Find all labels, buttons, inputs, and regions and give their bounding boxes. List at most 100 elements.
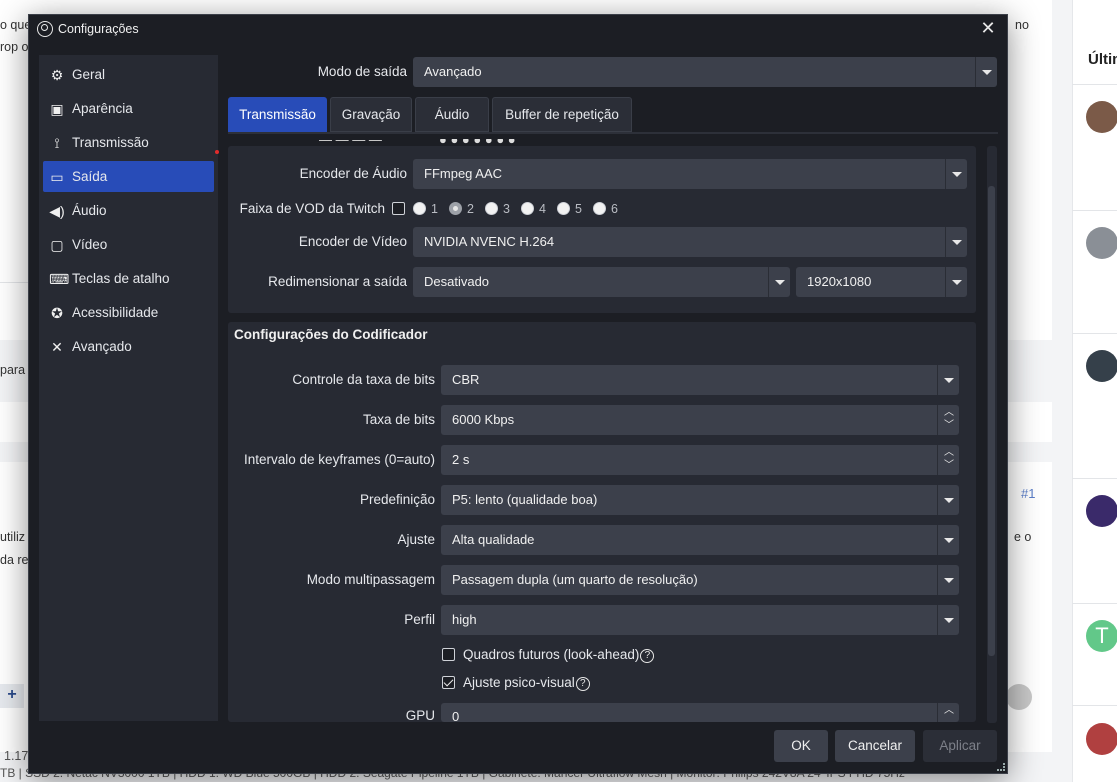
- chevron-down-icon[interactable]: ﹀: [943, 420, 955, 432]
- bitrate-spinbox[interactable]: 6000 Kbps ︿ ﹀: [441, 405, 959, 435]
- vod-track-label: 3: [503, 202, 510, 216]
- chevron-down-icon: [945, 267, 967, 297]
- multipass-select[interactable]: Passagem dupla (um quarto de resolução): [441, 565, 959, 595]
- sidebar-item-label: Aparência: [72, 101, 133, 116]
- vod-track-radio-3[interactable]: [485, 202, 498, 215]
- chevron-down-icon: [937, 365, 959, 395]
- output-mode-select[interactable]: Avançado: [413, 57, 997, 87]
- vod-track-radio-1[interactable]: [413, 202, 426, 215]
- sidebar-item-transmissao[interactable]: ⟟ Transmissão: [43, 127, 214, 158]
- bg-text-eo: e o: [1014, 530, 1032, 544]
- chevron-down-icon: [768, 267, 790, 297]
- multipass-value: Passagem dupla (um quarto de resolução): [452, 572, 698, 587]
- profile-value: high: [452, 612, 477, 627]
- chevron-up-icon[interactable]: ︿: [943, 447, 955, 459]
- avatar[interactable]: [1086, 723, 1117, 755]
- ok-button[interactable]: OK: [774, 730, 828, 762]
- tab-gravacao[interactable]: Gravação: [330, 97, 412, 132]
- notification-dot: [215, 150, 219, 154]
- sidebar-item-aparencia[interactable]: ▣ Aparência: [43, 93, 214, 124]
- sidebar-item-label: Geral: [72, 67, 106, 82]
- twitch-vod-checkbox[interactable]: [392, 202, 405, 215]
- avatar[interactable]: T: [1086, 620, 1117, 652]
- sidebar-item-audio[interactable]: ◀) Áudio: [43, 195, 214, 226]
- sidebar-item-label: Áudio: [72, 203, 107, 218]
- help-icon[interactable]: ?: [640, 649, 655, 663]
- like-icon[interactable]: [1006, 684, 1032, 710]
- keyframe-label: Intervalo de keyframes (0=auto): [244, 452, 435, 467]
- psycho-visual-label[interactable]: Ajuste psico-visual?: [463, 675, 590, 691]
- sidebar-item-video[interactable]: ▢ Vídeo: [43, 229, 214, 260]
- sidebar-item-avancado[interactable]: ✕ Avançado: [43, 331, 214, 362]
- bg-text-1: o que: [0, 18, 32, 32]
- profile-select[interactable]: high: [441, 605, 959, 635]
- preset-select[interactable]: P5: lento (qualidade boa): [441, 485, 959, 515]
- vod-track-radio-6[interactable]: [593, 202, 606, 215]
- plus-button[interactable]: +: [0, 684, 24, 708]
- apply-button[interactable]: Aplicar: [923, 730, 997, 762]
- keyboard-icon: ⌨: [49, 271, 70, 287]
- sidebar-item-label: Vídeo: [72, 237, 108, 252]
- resolution-select[interactable]: 1920x1080: [796, 267, 967, 297]
- chevron-down-icon: [937, 525, 959, 555]
- preset-label: Predefinição: [359, 492, 435, 507]
- vod-track-radio-4[interactable]: [521, 202, 534, 215]
- vod-track-radio-2[interactable]: [449, 202, 462, 215]
- sidebar-item-teclas[interactable]: ⌨ Teclas de atalho: [43, 263, 214, 294]
- keyframe-value: 2 s: [452, 452, 470, 467]
- close-icon[interactable]: ✕: [977, 17, 999, 39]
- scrollbar-thumb[interactable]: [988, 186, 995, 656]
- video-encoder-select[interactable]: NVIDIA NVENC H.264: [413, 227, 967, 257]
- vod-track-label: 1: [431, 202, 438, 216]
- tab-buffer[interactable]: Buffer de repetição: [492, 97, 632, 132]
- rate-control-value: CBR: [452, 372, 480, 387]
- avatar[interactable]: [1086, 227, 1117, 259]
- chevron-up-icon[interactable]: ︿: [943, 705, 955, 717]
- sidebar-item-saida[interactable]: ▭ Saída: [43, 161, 214, 192]
- tab-audio[interactable]: Áudio: [415, 97, 489, 132]
- chevron-down-icon[interactable]: ﹀: [943, 460, 955, 472]
- resolution-value: 1920x1080: [807, 274, 872, 289]
- avatar[interactable]: [1086, 495, 1117, 527]
- sidebar-item-geral[interactable]: ⚙ Geral: [43, 59, 214, 90]
- gpu-label: GPU: [405, 708, 435, 723]
- rate-control-label: Controle da taxa de bits: [292, 372, 435, 387]
- bg-text-3: no: [1015, 18, 1029, 32]
- lookahead-checkbox[interactable]: [442, 648, 455, 661]
- keyframe-spinbox[interactable]: 2 s ︿ ﹀: [441, 445, 959, 475]
- avatar[interactable]: [1086, 350, 1117, 382]
- audio-encoder-select[interactable]: FFmpeg AAC: [413, 159, 967, 189]
- vod-track-radio-5[interactable]: [557, 202, 570, 215]
- help-icon[interactable]: ?: [575, 677, 590, 691]
- sidebar-item-acessibilidade[interactable]: ✪ Acessibilidade: [43, 297, 214, 328]
- chevron-down-icon: [945, 227, 967, 257]
- rescale-value: Desativado: [424, 274, 490, 289]
- settings-scrollbar[interactable]: [987, 146, 997, 723]
- gpu-value: 0: [452, 709, 460, 722]
- vod-track-label: 5: [575, 202, 582, 216]
- palette-icon: ▣: [50, 101, 64, 117]
- avatar[interactable]: [1086, 101, 1117, 133]
- sidebar-item-label: Saída: [72, 169, 108, 184]
- rate-control-select[interactable]: CBR: [441, 365, 959, 395]
- sidebar-item-label: Transmissão: [72, 135, 149, 150]
- sidebar-item-label: Avançado: [72, 339, 132, 354]
- tuning-select[interactable]: Alta qualidade: [441, 525, 959, 555]
- psycho-visual-checkbox[interactable]: [442, 676, 455, 689]
- resize-grip-icon[interactable]: [997, 763, 1005, 771]
- rescale-select[interactable]: Desativado: [413, 267, 790, 297]
- video-encoder-value: NVIDIA NVENC H.264: [424, 234, 555, 249]
- lookahead-label[interactable]: Quadros futuros (look-ahead)?: [463, 647, 655, 663]
- gpu-spinbox[interactable]: 0 ︿: [441, 703, 959, 722]
- post-number[interactable]: #1: [1021, 486, 1035, 501]
- vod-track-label: 6: [611, 202, 618, 216]
- chevron-up-icon[interactable]: ︿: [943, 407, 955, 419]
- obs-logo-icon: [37, 21, 53, 37]
- sidebar-heading: Últim: [1088, 51, 1117, 68]
- audio-encoder-value: FFmpeg AAC: [424, 166, 503, 181]
- bg-bottom-number: 1.17: [4, 749, 29, 763]
- title-bar[interactable]: Configurações ✕: [29, 15, 1007, 43]
- cancel-button[interactable]: Cancelar: [835, 730, 915, 762]
- tab-transmissao[interactable]: Transmissão: [228, 97, 327, 132]
- encoder-section-title: Configurações do Codificador: [234, 327, 428, 342]
